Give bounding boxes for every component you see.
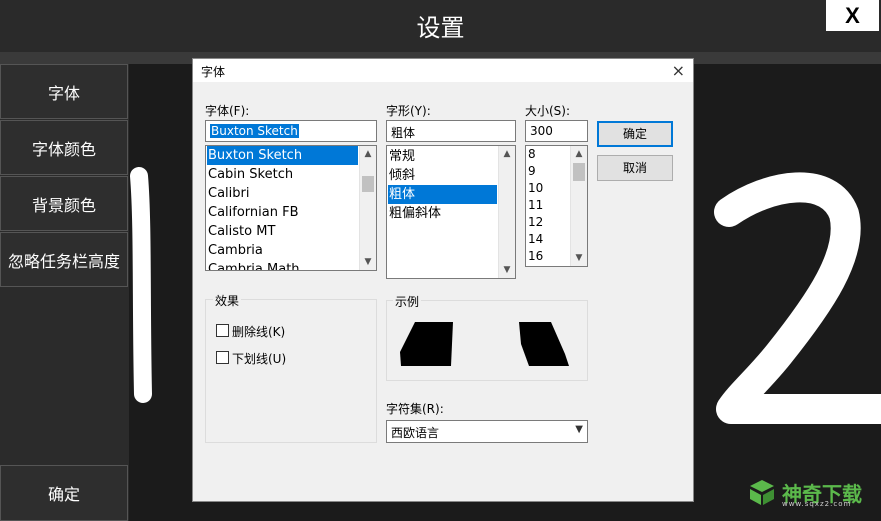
sidebar-item-label: 忽略任务栏高度 (7, 251, 120, 271)
sidebar-item-ignore-taskbar-height[interactable]: 忽略任务栏高度 (0, 232, 128, 287)
effects-label: 效果 (213, 292, 242, 309)
font-style-list[interactable]: 常规 倾斜 粗体 粗偏斜体 ▲ ▼ (386, 145, 516, 279)
sidebar-item-label: 字体颜色 (31, 139, 96, 159)
list-item[interactable]: Cambria (207, 241, 263, 260)
list-item[interactable]: 常规 (388, 147, 415, 166)
list-item[interactable]: 14 (527, 231, 543, 248)
list-item[interactable]: Californian FB (207, 203, 299, 222)
sidebar-item-font-color[interactable]: 字体颜色 (0, 120, 128, 175)
scroll-up-icon[interactable]: ▲ (360, 146, 376, 162)
confirm-button-label: 确定 (47, 485, 80, 504)
sample-label: 示例 (393, 293, 422, 310)
sidebar-item-label: 背景颜色 (31, 195, 96, 215)
charset-value: 西欧语言 (391, 426, 440, 440)
list-item[interactable]: 粗体 (388, 185, 497, 204)
ok-button[interactable]: 确定 (597, 121, 673, 147)
dialog-titlebar: 字体 × (193, 59, 693, 82)
list-item[interactable]: Calisto MT (207, 222, 275, 241)
underline-checkbox[interactable] (216, 351, 229, 364)
font-dialog: 字体 × 字体(F): Buxton Sketch Buxton Sketch … (192, 58, 694, 502)
sidebar-item-background-color[interactable]: 背景颜色 (0, 176, 128, 231)
sidebar: 字体 字体颜色 背景颜色 忽略任务栏高度 确定 (0, 64, 129, 521)
sidebar-item-label: 字体 (47, 83, 80, 103)
font-name-list[interactable]: Buxton Sketch Cabin Sketch Calibri Calif… (205, 145, 377, 271)
scroll-up-icon[interactable]: ▲ (499, 146, 515, 162)
confirm-button[interactable]: 确定 (0, 465, 128, 521)
size-label: 大小(S): (525, 104, 571, 118)
list-item[interactable]: 12 (527, 214, 543, 231)
list-item[interactable]: 粗偏斜体 (388, 204, 441, 223)
font-name-value: Buxton Sketch (210, 124, 299, 138)
font-list-scrollbar[interactable]: ▲ ▼ (359, 146, 376, 270)
list-item[interactable]: 16 (527, 248, 543, 265)
close-button[interactable]: X (826, 0, 879, 31)
scroll-down-icon[interactable]: ▼ (571, 250, 587, 266)
scroll-thumb[interactable] (362, 176, 374, 192)
list-item[interactable]: 倾斜 (388, 166, 415, 185)
list-item[interactable]: Buxton Sketch (207, 146, 358, 165)
chevron-down-icon: ▼ (575, 424, 583, 435)
charset-select[interactable]: 西欧语言 ▼ (386, 420, 588, 443)
font-size-list[interactable]: 8 9 10 11 12 14 16 ▲ ▼ (525, 145, 588, 267)
underline-label: 下划线(U) (232, 352, 287, 366)
font-style-input[interactable]: 粗体 (386, 120, 516, 142)
watermark: 神奇下载 www.sqxz2.com (748, 476, 873, 510)
strikeout-checkbox[interactable] (216, 324, 229, 337)
style-label: 字形(Y): (386, 104, 431, 118)
list-item[interactable]: 9 (527, 163, 536, 180)
window-title: 设置 (416, 14, 465, 42)
font-size-input[interactable]: 300 (525, 120, 588, 142)
scroll-down-icon[interactable]: ▼ (360, 254, 376, 270)
style-list-scrollbar[interactable]: ▲ ▼ (498, 146, 515, 278)
effects-group (205, 299, 377, 443)
sidebar-item-font[interactable]: 字体 (0, 64, 128, 119)
brand-logo-icon (750, 480, 774, 505)
size-list-scrollbar[interactable]: ▲ ▼ (570, 146, 587, 266)
list-item[interactable]: Cabin Sketch (207, 165, 293, 184)
list-item[interactable]: 11 (527, 197, 543, 214)
scroll-thumb[interactable] (573, 163, 585, 181)
list-item[interactable]: Cambria Math (207, 260, 300, 270)
dialog-title: 字体 (201, 65, 226, 79)
font-label: 字体(F): (205, 104, 250, 118)
scroll-down-icon[interactable]: ▼ (499, 262, 515, 278)
list-item[interactable]: 10 (527, 180, 543, 197)
scroll-up-icon[interactable]: ▲ (571, 146, 587, 162)
sample-preview (400, 322, 569, 366)
list-item[interactable]: Calibri (207, 184, 249, 203)
list-item[interactable]: 8 (527, 146, 536, 163)
charset-label: 字符集(R): (386, 402, 444, 416)
window-titlebar: 设置 (0, 0, 881, 52)
font-name-input[interactable]: Buxton Sketch (205, 120, 377, 142)
close-icon[interactable]: × (672, 61, 685, 80)
watermark-url: www.sqxz2.com (782, 500, 852, 508)
strikeout-label: 删除线(K) (232, 325, 286, 339)
cancel-button[interactable]: 取消 (597, 155, 673, 181)
